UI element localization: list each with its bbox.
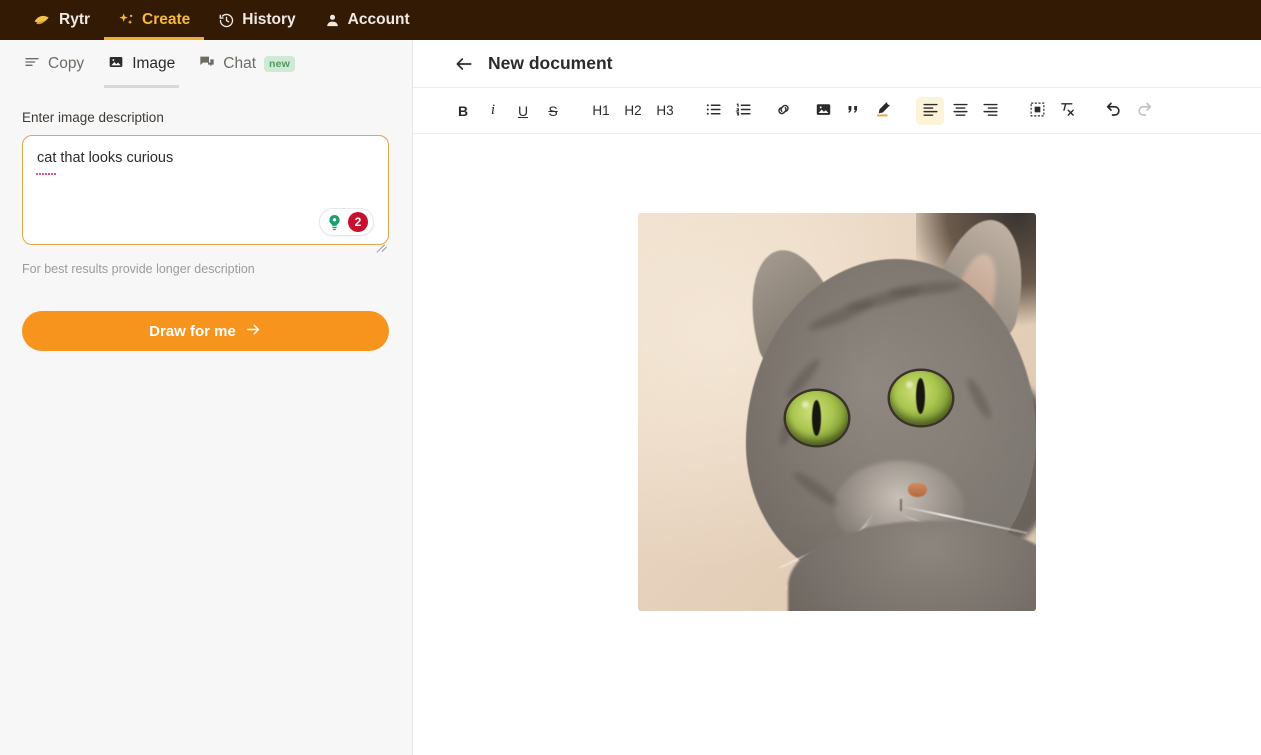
- editor-toolbar: B i U S H1 H2 H3: [413, 88, 1261, 134]
- insert-image-button[interactable]: [809, 97, 837, 125]
- cat-pupil-left: [812, 400, 821, 436]
- numbered-list-button[interactable]: [729, 97, 757, 125]
- frame-icon: [1029, 101, 1046, 121]
- image-generation-panel: Enter image description 2: [0, 88, 412, 351]
- document-header: New document: [413, 40, 1261, 88]
- lines-icon: [24, 54, 40, 75]
- description-label: Enter image description: [22, 110, 164, 125]
- undo-button[interactable]: [1100, 97, 1128, 125]
- cat-nose: [908, 483, 927, 497]
- tab-image[interactable]: Image: [96, 40, 187, 88]
- draw-for-me-button[interactable]: Draw for me: [22, 311, 389, 351]
- arrow-right-icon: [245, 321, 262, 342]
- bold-button[interactable]: B: [449, 97, 477, 125]
- arrow-left-icon[interactable]: [454, 54, 474, 74]
- tab-label: Image: [132, 55, 176, 72]
- highlight-button[interactable]: [869, 97, 897, 125]
- redo-button[interactable]: [1130, 97, 1158, 125]
- nav-item-create[interactable]: Create: [104, 0, 205, 40]
- person-icon: [324, 12, 341, 29]
- link-icon: [775, 101, 792, 121]
- nav-item-label: History: [242, 11, 296, 28]
- heading-1-button[interactable]: H1: [586, 97, 616, 125]
- italic-label: i: [490, 102, 496, 118]
- image-icon: [815, 101, 832, 121]
- sparkle-icon: [118, 12, 135, 29]
- align-left-button[interactable]: [916, 96, 944, 125]
- quote-icon: [845, 101, 862, 121]
- link-button[interactable]: [769, 97, 797, 125]
- nav-item-history[interactable]: History: [204, 0, 309, 40]
- blockquote-button[interactable]: [839, 97, 867, 125]
- underline-label: U: [517, 102, 529, 119]
- h1-label: H1: [592, 103, 610, 118]
- underline-button[interactable]: U: [509, 97, 537, 125]
- sidebar-tabbar: Copy Image Chat new: [0, 40, 412, 88]
- nav-item-account[interactable]: Account: [310, 0, 424, 40]
- suggestion-count-badge: 2: [348, 212, 368, 232]
- align-right-button[interactable]: [976, 97, 1004, 125]
- bold-label: B: [457, 102, 469, 119]
- suggestions-pill[interactable]: 2: [319, 208, 374, 236]
- left-sidebar: Copy Image Chat new Enter image descript…: [0, 40, 413, 755]
- heading-3-button[interactable]: H3: [650, 97, 680, 125]
- brand-label: Rytr: [59, 11, 91, 28]
- align-center-icon: [952, 101, 969, 121]
- align-left-icon: [922, 101, 939, 121]
- strikethrough-label: S: [548, 102, 558, 119]
- insert-frame-button[interactable]: [1023, 97, 1051, 125]
- tab-copy[interactable]: Copy: [12, 40, 96, 88]
- align-center-button[interactable]: [946, 97, 974, 125]
- nav-item-label: Create: [142, 11, 191, 28]
- chat-bubble-icon: [199, 54, 215, 75]
- page-title: New document: [488, 53, 613, 73]
- h3-label: H3: [656, 103, 674, 118]
- cat-eye-glint-right: [906, 381, 913, 388]
- heading-2-button[interactable]: H2: [618, 97, 648, 125]
- rytr-logo-icon: [32, 10, 52, 30]
- draw-button-label: Draw for me: [149, 322, 236, 340]
- tab-chat[interactable]: Chat new: [187, 40, 307, 88]
- cat-pupil-right: [916, 378, 925, 414]
- numbered-list-icon: [734, 101, 752, 121]
- document-editor: New document B i U S H1 H2 H3: [413, 40, 1261, 755]
- lightbulb-icon: [325, 213, 344, 232]
- clear-format-icon: [1059, 101, 1076, 121]
- tab-label: Copy: [48, 55, 85, 72]
- align-right-icon: [982, 101, 999, 121]
- document-canvas[interactable]: [413, 134, 1261, 755]
- description-field-wrapper: 2: [22, 135, 390, 253]
- bullet-list-button[interactable]: [699, 97, 727, 125]
- bullet-list-icon: [705, 101, 722, 121]
- app-body: Copy Image Chat new Enter image descript…: [0, 40, 1261, 755]
- h2-label: H2: [624, 103, 642, 118]
- image-icon: [108, 54, 124, 75]
- strikethrough-button[interactable]: S: [539, 97, 567, 125]
- redo-icon: [1135, 100, 1153, 121]
- generated-cat-image[interactable]: [638, 213, 1036, 611]
- undo-icon: [1105, 100, 1123, 121]
- nav-item-label: Account: [347, 11, 410, 28]
- description-hint: For best results provide longer descript…: [22, 262, 255, 276]
- chat-new-badge: new: [264, 56, 296, 72]
- clear-formatting-button[interactable]: [1053, 97, 1081, 125]
- brand-rytr[interactable]: Rytr: [18, 0, 104, 40]
- italic-button[interactable]: i: [479, 97, 507, 125]
- pen-highlight-icon: [874, 100, 892, 121]
- spellcheck-underline: [36, 173, 57, 175]
- cat-eye-glint-left: [802, 401, 809, 408]
- tab-label: Chat: [223, 55, 257, 72]
- top-navigation-bar: Rytr Create History Account: [0, 0, 1261, 40]
- history-clock-icon: [218, 12, 235, 29]
